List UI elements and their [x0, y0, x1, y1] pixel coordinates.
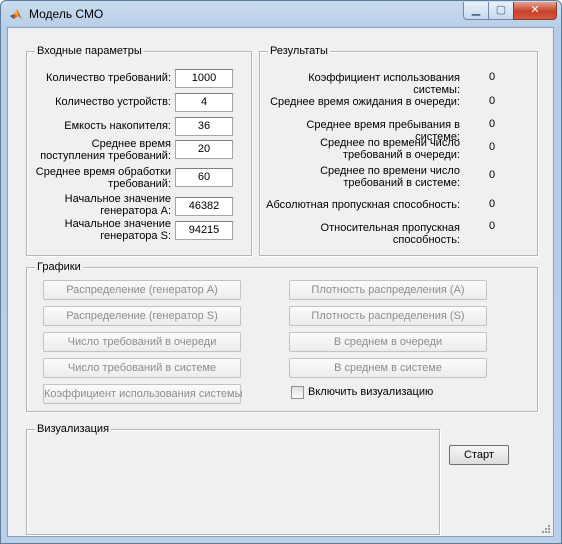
matlab-icon [10, 9, 22, 19]
resize-grip-icon[interactable] [541, 524, 551, 534]
avg-system-count-label: Среднее по времени число требований в си… [320, 165, 460, 189]
maximize-icon: ▢ [495, 4, 507, 16]
client-area: Входные параметры Количество требований:… [7, 27, 554, 537]
utilization-label: Коэффициент использования системы: [308, 72, 460, 96]
utilization-value: 0 [488, 71, 496, 83]
system-count-button[interactable]: Число требований в системе [43, 358, 241, 378]
window-title: Модель СМО [29, 7, 104, 21]
distribution-s-button[interactable]: Распределение (генератор S) [43, 306, 241, 326]
density-a-button[interactable]: Плотность распределения (А) [289, 280, 487, 300]
graphs-panel: Графики Распределение (генератор А) Расп… [26, 261, 538, 412]
results-title: Результаты [268, 45, 330, 58]
devices-count-input[interactable]: 4 [175, 93, 233, 112]
service-time-input[interactable]: 60 [175, 168, 233, 187]
service-time-label: Среднее время обработки требований: [35, 166, 171, 190]
relative-throughput-label: Относительная пропускная способность: [320, 222, 460, 246]
avg-queue-count-value: 0 [488, 141, 496, 153]
close-icon: ✕ [530, 4, 540, 16]
relative-throughput-value: 0 [488, 220, 496, 232]
generator-s-seed-input[interactable]: 94215 [175, 221, 233, 240]
distribution-a-button[interactable]: Распределение (генератор А) [43, 280, 241, 300]
absolute-throughput-value: 0 [488, 198, 496, 210]
avg-queue-button[interactable]: В среднем в очереди [289, 332, 487, 352]
close-button[interactable]: ✕ [513, 2, 557, 20]
start-button[interactable]: Старт [449, 445, 509, 465]
avg-wait-label: Среднее время ожидания в очереди: [270, 96, 460, 108]
visualization-title: Визуализация [35, 423, 112, 436]
devices-count-label: Количество устройств: [55, 96, 171, 108]
visualization-checkbox[interactable] [291, 386, 304, 399]
queue-count-button[interactable]: Число требований в очереди [43, 332, 241, 352]
buffer-capacity-input[interactable]: 36 [175, 117, 233, 136]
visualization-panel: Визуализация [26, 423, 440, 535]
generator-s-seed-label: Начальное значение генератора S: [64, 218, 171, 242]
results-panel: Результаты Коэффициент использования сис… [259, 45, 538, 256]
utilization-graph-button[interactable]: Коэффициент использования системы [43, 384, 243, 404]
arrival-time-label: Среднее время поступления требований: [40, 138, 171, 162]
avg-stay-value: 0 [488, 118, 496, 130]
avg-system-button[interactable]: В среднем в системе [289, 358, 487, 378]
arrival-time-input[interactable]: 20 [175, 140, 233, 159]
maximize-button[interactable]: ▢ [488, 2, 514, 20]
visualization-checkbox-label[interactable]: Включить визуализацию [308, 386, 433, 398]
requests-count-input[interactable]: 1000 [175, 69, 233, 88]
input-parameters-panel: Входные параметры Количество требований:… [26, 45, 252, 256]
input-parameters-title: Входные параметры [35, 45, 144, 58]
avg-wait-value: 0 [488, 95, 496, 107]
generator-a-seed-input[interactable]: 46382 [175, 197, 233, 216]
absolute-throughput-label: Абсолютная пропускная способность: [266, 199, 460, 211]
title-bar[interactable]: Модель СМО ▁ ▢ ✕ [1, 1, 561, 27]
graphs-title: Графики [35, 261, 83, 274]
avg-system-count-value: 0 [488, 169, 496, 181]
generator-a-seed-label: Начальное значение генератора А: [64, 193, 171, 217]
buffer-capacity-label: Емкость накопителя: [64, 120, 171, 132]
minimize-icon: ▁ [471, 4, 481, 16]
avg-queue-count-label: Среднее по времени число требований в оч… [320, 137, 460, 161]
density-s-button[interactable]: Плотность распределения (S) [289, 306, 487, 326]
minimize-button[interactable]: ▁ [463, 2, 489, 20]
requests-count-label: Количество требований: [46, 72, 171, 84]
